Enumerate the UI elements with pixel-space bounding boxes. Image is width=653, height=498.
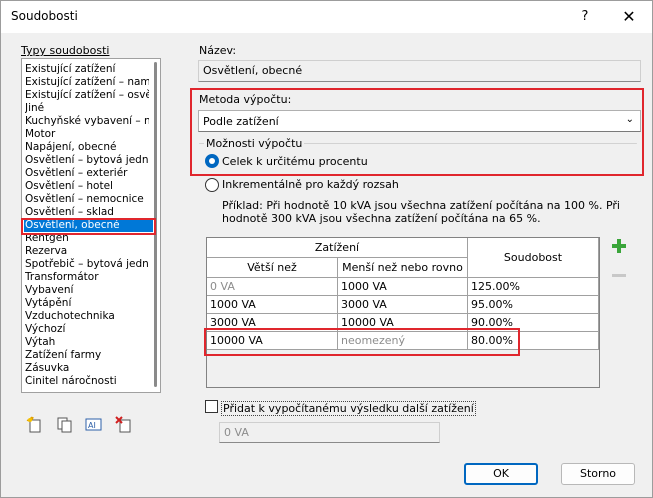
duplicate-icon[interactable]: [56, 416, 74, 434]
rename-icon[interactable]: AI: [85, 416, 103, 434]
list-item[interactable]: Výchozí: [25, 323, 149, 336]
list-item[interactable]: Osvětlení – hotel: [25, 180, 149, 193]
dialog: Soudobosti ? ✕ Typy soudobosti Existujíc…: [0, 0, 653, 498]
list-item[interactable]: Existující zatížení – osvětle: [25, 89, 149, 102]
list-item[interactable]: Rezerva: [25, 245, 149, 258]
remove-row-icon[interactable]: [612, 274, 626, 277]
example-line-1: Příklad: Při hodnotě 10 kVA jsou všechna…: [222, 199, 620, 212]
list-item[interactable]: Transformátor: [25, 271, 149, 284]
cancel-button[interactable]: Storno: [561, 463, 635, 485]
delete-icon[interactable]: [115, 416, 133, 434]
list-item[interactable]: Vybavení: [25, 284, 149, 297]
list-item[interactable]: Kuchyňské vybavení – neb: [25, 115, 149, 128]
add-load-value: 0 VA: [224, 426, 249, 439]
add-load-checkbox[interactable]: [205, 400, 218, 413]
example-line-2: hodnotě 300 kVA jsou všechna zatížení po…: [222, 212, 541, 225]
list-item[interactable]: Existující zatížení – naměř: [25, 76, 149, 89]
method-value: Podle zatížení: [203, 115, 279, 128]
radio-incremental-label: Inkrementálně pro každý rozsah: [222, 178, 399, 191]
list-item[interactable]: Vytápění: [25, 297, 149, 310]
list-item[interactable]: Činitel náročnosti: [25, 375, 149, 388]
table-cell-lt[interactable]: 1000 VA: [338, 278, 468, 296]
title-bar: Soudobosti ? ✕: [1, 1, 652, 33]
list-item[interactable]: Napájení, obecné: [25, 141, 149, 154]
header-factor: Soudobost: [468, 238, 599, 278]
chevron-down-icon: ⌄: [625, 114, 634, 125]
types-label: Typy soudobosti: [21, 44, 110, 57]
list-item[interactable]: Motor: [25, 128, 149, 141]
header-gt: Větší než: [207, 258, 338, 278]
ok-button[interactable]: OK: [464, 463, 538, 485]
list-item[interactable]: Zásuvka: [25, 362, 149, 375]
selection-highlight-box: [21, 218, 156, 235]
list-item[interactable]: Jiné: [25, 102, 149, 115]
radio-incremental[interactable]: [205, 178, 219, 192]
list-item[interactable]: Osvětlení – bytová jednotk: [25, 154, 149, 167]
method-select[interactable]: Podle zatížení ⌄: [198, 110, 641, 132]
table-cell-factor[interactable]: 125.00%: [468, 278, 599, 296]
table-cell-lt[interactable]: 3000 VA: [338, 296, 468, 314]
close-button[interactable]: ✕: [616, 7, 642, 27]
header-group: Zatížení: [207, 238, 468, 258]
list-item[interactable]: Zatížení farmy: [25, 349, 149, 362]
radio-percent[interactable]: [205, 154, 219, 168]
list-item[interactable]: Existující zatížení: [25, 63, 149, 76]
header-lt: Menší než nebo rovno: [338, 258, 468, 278]
name-field[interactable]: Osvětlení, obecné: [198, 60, 641, 82]
table-cell-factor[interactable]: 95.00%: [468, 296, 599, 314]
help-button[interactable]: ?: [573, 7, 597, 27]
table-cell-gt[interactable]: 1000 VA: [207, 296, 338, 314]
add-row-icon[interactable]: [612, 239, 626, 253]
row-highlight-box: [204, 328, 520, 356]
list-item[interactable]: Spotřebič – bytová jednotk: [25, 258, 149, 271]
name-label: Název:: [199, 44, 237, 57]
name-value: Osvětlení, obecné: [203, 64, 303, 77]
list-item[interactable]: Vzduchotechnika: [25, 310, 149, 323]
options-label: Možnosti výpočtu: [204, 137, 305, 150]
add-load-label: Přidat k vypočítanému výsledku další zat…: [221, 401, 476, 416]
new-type-icon[interactable]: [26, 416, 44, 434]
add-load-field[interactable]: 0 VA: [219, 422, 440, 443]
list-item[interactable]: Osvětlení – nemocnice: [25, 193, 149, 206]
list-item[interactable]: Osvětlení – exteriér: [25, 167, 149, 180]
window-title: Soudobosti: [11, 9, 78, 23]
svg-text:AI: AI: [88, 421, 96, 430]
load-ranges-table: Zatížení Soudobost Větší než Menší než n…: [206, 237, 600, 388]
radio-percent-label: Celek k určitému procentu: [222, 155, 368, 168]
table-cell-gt[interactable]: 0 VA: [207, 278, 338, 296]
method-label: Metoda výpočtu:: [199, 93, 292, 106]
list-item[interactable]: Výtah: [25, 336, 149, 349]
